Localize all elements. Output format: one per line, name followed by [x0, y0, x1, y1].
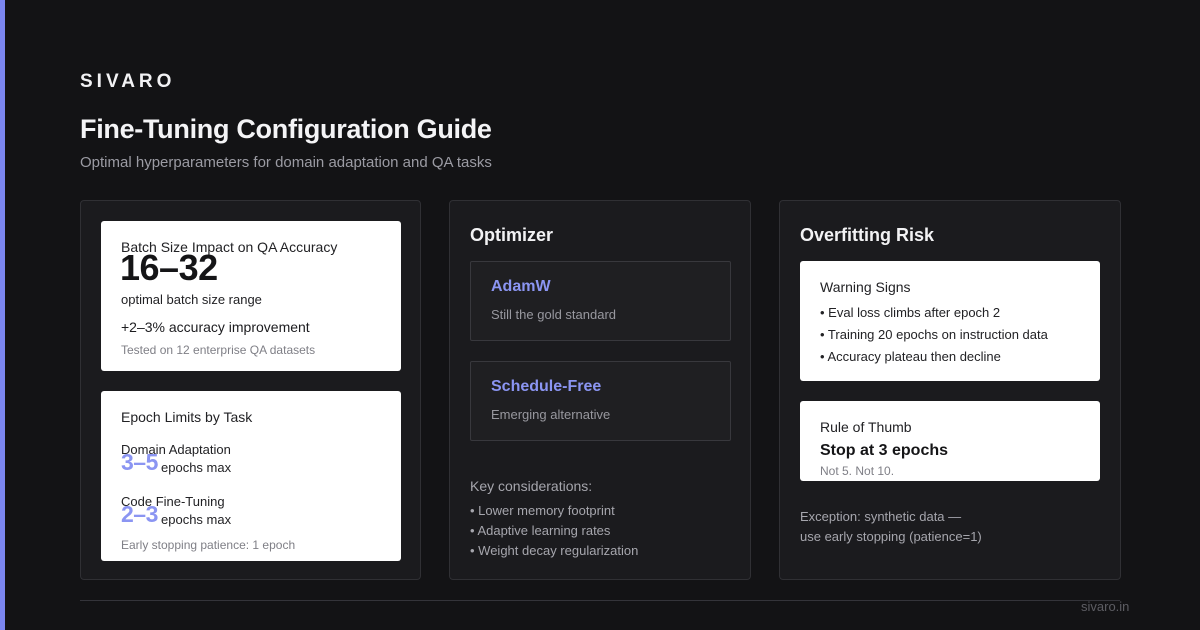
optimizer-desc-schedule-free: Emerging alternative	[491, 407, 611, 422]
task-unit-code-fine-tuning: epochs max	[161, 512, 232, 527]
consideration-item: • Adaptive learning rates	[470, 523, 611, 538]
footer-divider	[80, 600, 1120, 601]
epoch-limits-card: Epoch Limits by Task Domain Adaptation 3…	[101, 391, 401, 561]
batch-size-value: 16–32	[120, 247, 218, 288]
rule-of-thumb-card: Rule of Thumb Stop at 3 epochs Not 5. No…	[800, 401, 1100, 481]
optimizer-name-adamw: AdamW	[491, 278, 551, 295]
warning-item: • Accuracy plateau then decline	[820, 349, 1001, 364]
optimizer-panel: Optimizer AdamW Still the gold standard …	[449, 200, 751, 580]
consideration-item: • Lower memory footprint	[470, 503, 615, 518]
batch-size-caption: optimal batch size range	[121, 292, 262, 307]
batch-size-note: Tested on 12 enterprise QA datasets	[121, 343, 316, 357]
exception-note-line2: use early stopping (patience=1)	[800, 529, 982, 544]
optimizer-title: Optimizer	[470, 225, 554, 245]
page-subtitle: Optimal hyperparameters for domain adapt…	[80, 154, 492, 171]
optimizer-desc-adamw: Still the gold standard	[491, 307, 617, 322]
epoch-limits-label: Epoch Limits by Task	[121, 409, 253, 425]
rule-of-thumb-note: Not 5. Not 10.	[820, 464, 895, 478]
early-stopping-note: Early stopping patience: 1 epoch	[121, 538, 296, 552]
overfitting-panel: Overfitting Risk Warning Signs • Eval lo…	[779, 200, 1121, 580]
optimizer-option-adamw: AdamW Still the gold standard	[470, 261, 731, 341]
rule-of-thumb-label: Rule of Thumb	[820, 419, 912, 435]
rule-of-thumb-value: Stop at 3 epochs	[820, 442, 949, 459]
batch-epoch-panel: Batch Size Impact on QA Accuracy 16–32 o…	[80, 200, 421, 580]
warning-item: • Training 20 epochs on instruction data	[820, 327, 1048, 342]
considerations-label: Key considerations:	[470, 478, 593, 494]
task-range-code-fine-tuning: 2–3	[121, 501, 158, 527]
optimizer-name-schedule-free: Schedule-Free	[491, 378, 602, 395]
page-title: Fine-Tuning Configuration Guide	[80, 114, 492, 144]
exception-note-line1: Exception: synthetic data —	[800, 509, 962, 524]
accuracy-improvement: +2–3% accuracy improvement	[121, 319, 310, 335]
optimizer-option-schedule-free: Schedule-Free Emerging alternative	[470, 361, 731, 441]
brand-logo: SIVARO	[80, 71, 176, 92]
accent-bar	[0, 0, 5, 630]
task-range-domain-adaptation: 3–5	[121, 449, 158, 475]
batch-size-card: Batch Size Impact on QA Accuracy 16–32 o…	[101, 221, 401, 371]
task-unit-domain-adaptation: epochs max	[161, 460, 232, 475]
consideration-item: • Weight decay regularization	[470, 543, 639, 558]
warning-item: • Eval loss climbs after epoch 2	[820, 305, 1001, 320]
warning-signs-label: Warning Signs	[820, 279, 911, 295]
warning-signs-card: Warning Signs • Eval loss climbs after e…	[800, 261, 1100, 381]
overfitting-title: Overfitting Risk	[800, 225, 935, 245]
footer-url: sivaro.in	[1081, 599, 1130, 614]
